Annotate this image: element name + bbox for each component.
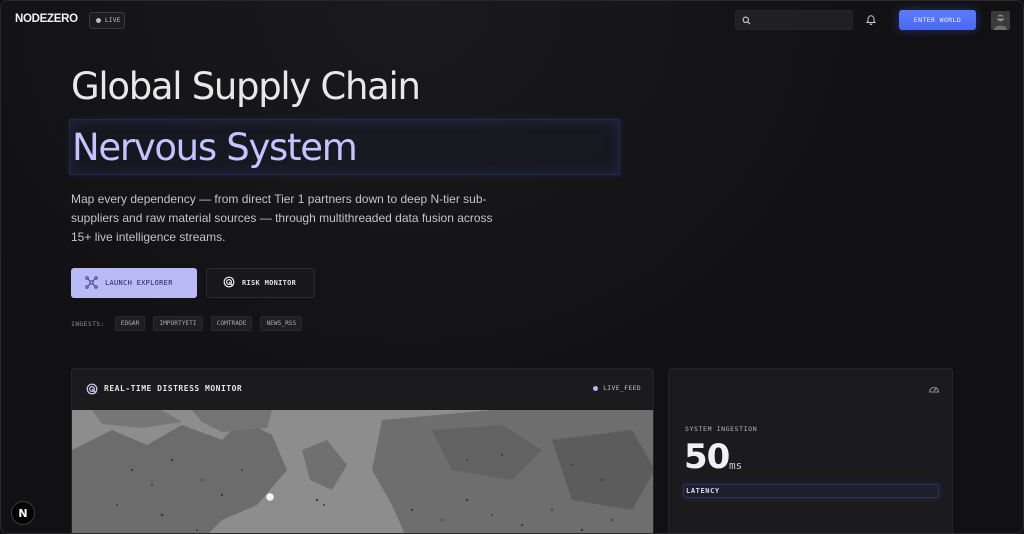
gauge-icon[interactable] <box>928 381 940 399</box>
map-marker <box>266 493 274 501</box>
latency-bar: LATENCY <box>683 484 939 498</box>
launch-explorer-label: LAUNCH EXPLORER <box>105 279 173 287</box>
feed-dot <box>593 385 599 391</box>
system-ingestion-panel: SYSTEM INGESTION 50 ms LATENCY <box>668 368 953 533</box>
dev-badge[interactable]: N <box>11 501 35 525</box>
ingests-label: INGESTS: <box>71 319 105 328</box>
top-nav: NODEZERO LIVE ENTER WORLD <box>1 1 1023 39</box>
ingest-chip: EDGAR <box>114 316 146 331</box>
ingestion-unit: ms <box>729 459 743 472</box>
network-icon <box>85 275 98 291</box>
bell-icon[interactable] <box>866 14 876 25</box>
ingests-row: INGESTS: EDGAR IMPORTYETI COMTRADE NEWS_… <box>71 316 303 331</box>
search-input[interactable] <box>755 15 850 25</box>
search-box[interactable] <box>735 10 853 30</box>
app-frame: NODEZERO LIVE ENTER WORLD Global Supply … <box>0 0 1024 534</box>
avatar[interactable] <box>991 11 1010 30</box>
monitor-title: REAL-TIME DISTRESS MONITOR <box>104 384 243 393</box>
live-badge-label: LIVE <box>105 17 121 24</box>
hero-title-accent: Nervous System <box>72 126 358 169</box>
live-dot <box>96 18 101 23</box>
radar-icon <box>223 276 235 290</box>
logo[interactable]: NODEZERO <box>15 13 78 25</box>
search-icon <box>742 16 751 25</box>
distress-monitor-panel: REAL-TIME DISTRESS MONITOR LIVE_FEED <box>71 368 654 533</box>
ingestion-value: 50 <box>684 437 730 477</box>
latency-label: LATENCY <box>686 487 720 495</box>
hero-description: Map every dependency — from direct Tier … <box>71 192 493 244</box>
hero-title: Global Supply Chain <box>71 65 421 108</box>
risk-monitor-button[interactable]: RISK MONITOR <box>206 268 315 298</box>
ingest-chip: NEWS_RSS <box>260 316 303 331</box>
ingest-chip: COMTRADE <box>210 316 253 331</box>
monitor-header: REAL-TIME DISTRESS MONITOR LIVE_FEED <box>72 369 653 410</box>
ingestion-label: SYSTEM INGESTION <box>685 425 758 433</box>
live-badge: LIVE <box>89 12 125 29</box>
risk-monitor-label: RISK MONITOR <box>242 279 297 287</box>
launch-explorer-button[interactable]: LAUNCH EXPLORER <box>71 268 197 298</box>
live-feed-label: LIVE_FEED <box>603 384 641 392</box>
live-feed-indicator: LIVE_FEED <box>593 384 641 392</box>
ingest-chip: IMPORTYETI <box>153 316 203 331</box>
radar-icon <box>86 382 98 400</box>
enter-world-button[interactable]: ENTER WORLD <box>899 10 976 30</box>
world-map[interactable] <box>72 410 653 533</box>
